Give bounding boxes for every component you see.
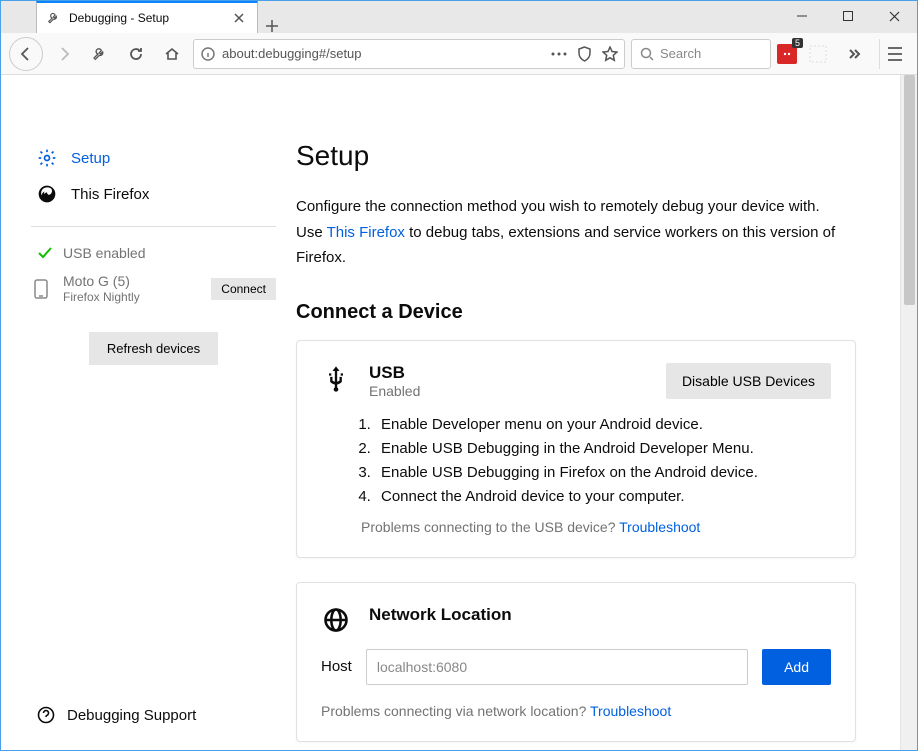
troubleshoot-link[interactable]: Troubleshoot — [619, 519, 700, 535]
sidebar-item-setup[interactable]: Setup — [31, 140, 276, 176]
usb-icon — [321, 363, 351, 393]
usb-title: USB — [369, 363, 648, 383]
refresh-devices-button[interactable]: Refresh devices — [89, 332, 218, 365]
device-sub: Firefox Nightly — [63, 290, 199, 304]
device-item[interactable]: Moto G (5) Firefox Nightly Connect — [31, 265, 276, 312]
phone-icon — [31, 279, 51, 299]
step-item: Enable USB Debugging in Firefox on the A… — [375, 461, 831, 485]
shield-icon[interactable] — [577, 46, 592, 62]
url-bar[interactable]: about:debugging#/setup — [193, 39, 625, 69]
scrollbar-thumb[interactable] — [904, 75, 915, 305]
info-icon[interactable] — [200, 46, 216, 62]
device-name: Moto G (5) — [63, 273, 199, 290]
main-content: Setup Configure the connection method yo… — [296, 140, 856, 750]
titlebar: Debugging - Setup — [1, 1, 917, 33]
search-bar[interactable] — [631, 39, 771, 69]
connect-device-heading: Connect a Device — [296, 301, 856, 324]
vertical-scrollbar[interactable] — [900, 75, 917, 750]
browser-tab[interactable]: Debugging - Setup — [36, 1, 258, 33]
globe-icon — [321, 605, 351, 635]
support-label: Debugging Support — [67, 707, 196, 724]
forward-button[interactable] — [49, 39, 79, 69]
close-tab-icon[interactable] — [231, 10, 247, 26]
home-button[interactable] — [157, 39, 187, 69]
search-input[interactable] — [660, 46, 762, 61]
hamburger-menu-button[interactable] — [879, 39, 909, 69]
usb-status: USB enabled — [31, 241, 276, 265]
network-title: Network Location — [369, 605, 831, 625]
back-button[interactable] — [9, 37, 43, 71]
browser-toolbar: about:debugging#/setup 5 — [1, 33, 917, 75]
close-window-button[interactable] — [871, 1, 917, 31]
usb-troubleshoot: Problems connecting to the USB device? T… — [361, 519, 831, 535]
host-label: Host — [321, 658, 352, 675]
new-tab-button[interactable] — [258, 19, 286, 33]
gear-icon — [37, 148, 57, 168]
firefox-icon — [37, 184, 57, 204]
network-troubleshoot: Problems connecting via network location… — [321, 703, 831, 719]
usb-card: USB Enabled Disable USB Devices Enable D… — [296, 340, 856, 558]
overflow-icon[interactable] — [839, 39, 869, 69]
reload-button[interactable] — [121, 39, 151, 69]
intro-text: Configure the connection method you wish… — [296, 194, 856, 271]
disable-usb-button[interactable]: Disable USB Devices — [666, 363, 831, 399]
badge-count: 5 — [792, 38, 803, 48]
step-item: Connect the Android device to your compu… — [375, 485, 831, 509]
extension-placeholder-icon[interactable] — [803, 39, 833, 69]
minimize-button[interactable] — [779, 1, 825, 31]
sidebar-label: Setup — [71, 150, 110, 167]
wrench-icon — [47, 11, 61, 25]
maximize-button[interactable] — [825, 1, 871, 31]
sidebar-item-this-firefox[interactable]: This Firefox — [31, 176, 276, 212]
help-icon — [37, 706, 55, 724]
separator — [31, 226, 276, 227]
sidebar-label: This Firefox — [71, 186, 149, 203]
add-host-button[interactable]: Add — [762, 649, 831, 685]
bookmark-star-icon[interactable] — [602, 46, 618, 62]
usb-status-label: USB enabled — [63, 245, 146, 261]
step-item: Enable USB Debugging in the Android Deve… — [375, 437, 831, 461]
extension-badge[interactable]: 5 — [777, 44, 797, 64]
search-icon — [640, 47, 654, 61]
usb-status-text: Enabled — [369, 383, 648, 399]
this-firefox-link[interactable]: This Firefox — [327, 224, 405, 241]
sidebar: Setup This Firefox USB enabled — [31, 140, 276, 750]
host-input[interactable] — [366, 649, 748, 685]
usb-steps: Enable Developer menu on your Android de… — [375, 413, 831, 509]
debugging-support-link[interactable]: Debugging Support — [31, 696, 276, 750]
check-icon — [37, 245, 53, 261]
troubleshoot-link[interactable]: Troubleshoot — [590, 703, 671, 719]
page-actions-icon[interactable] — [551, 52, 567, 56]
window-controls — [779, 1, 917, 33]
dev-tools-button[interactable] — [85, 39, 115, 69]
connect-button[interactable]: Connect — [211, 278, 276, 300]
url-text: about:debugging#/setup — [222, 46, 545, 61]
tab-title: Debugging - Setup — [69, 11, 223, 25]
step-item: Enable Developer menu on your Android de… — [375, 413, 831, 437]
network-card: Network Location Host Add Problems conne… — [296, 582, 856, 742]
page-title: Setup — [296, 140, 856, 172]
